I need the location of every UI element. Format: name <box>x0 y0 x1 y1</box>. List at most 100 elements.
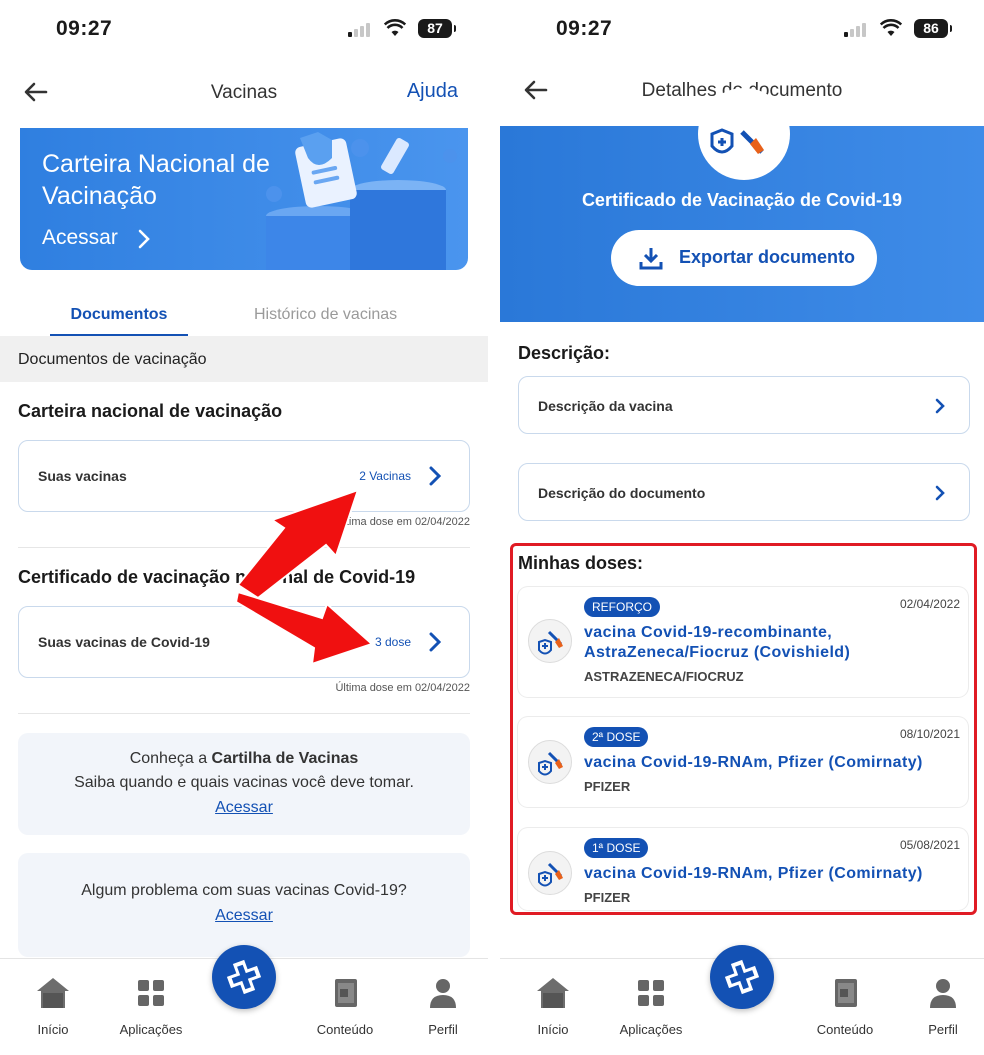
nav-conteudo[interactable]: Conteúdo <box>300 975 390 1037</box>
plus-cross-icon <box>226 959 262 995</box>
descricao-vacina-card[interactable]: Descrição da vacina <box>518 376 970 434</box>
help-link[interactable]: Ajuda <box>407 80 458 103</box>
dose-card-reforco[interactable]: REFORÇO 02/04/2022 vacina Covid-19-recom… <box>518 587 968 697</box>
banner-title: Carteira Nacional de Vacinação <box>42 150 270 210</box>
dose-date: 05/08/2021 <box>899 838 960 852</box>
descricao-vacina-label: Descrição da vacina <box>538 398 673 414</box>
problema-access-link[interactable]: Acessar <box>215 907 273 925</box>
user-icon <box>930 979 956 1008</box>
chevron-right-icon <box>429 466 441 486</box>
nav-inicio[interactable]: Início <box>508 975 598 1037</box>
bottom-nav: Início Aplicações Conteúdo Perfil <box>0 945 488 1055</box>
suas-vacinas-covid-label: Suas vacinas de Covid-19 <box>38 634 210 650</box>
battery-icon: 86 <box>914 19 952 38</box>
vaccine-maker: ASTRAZENECA/FIOCRUZ <box>584 669 744 684</box>
dose-date: 08/10/2021 <box>899 727 960 741</box>
chevron-right-icon <box>429 632 441 652</box>
gov-cross-button[interactable] <box>212 945 276 1009</box>
certificate-title: Certificado de Vacinação de Covid-19 <box>581 190 903 210</box>
section-header-label: Documentos de vacinação <box>18 351 207 368</box>
dose-card-1a-dose[interactable]: 1ª DOSE 05/08/2021 vacina Covid-19-RNAm,… <box>518 828 968 910</box>
suas-vacinas-card[interactable]: Suas vacinas 2 Vacinas <box>18 440 470 512</box>
export-document-label: Exportar documento <box>679 247 856 267</box>
dose-badge: 1ª DOSE <box>584 838 649 858</box>
descricao-heading: Descrição: <box>518 343 611 363</box>
vaccine-syringe-icon <box>528 740 572 784</box>
status-bar: 09:27 86 <box>500 0 984 60</box>
vaccine-shield-icon <box>698 88 790 180</box>
last-dose-note: Última dose em 02/04/2022 <box>335 516 470 528</box>
dose-badge: 2ª DOSE <box>584 727 649 747</box>
nav-perfil[interactable]: Perfil <box>898 975 984 1037</box>
chevron-right-icon <box>935 485 945 501</box>
suas-vacinas-label: Suas vacinas <box>38 468 127 484</box>
battery-icon: 87 <box>418 19 456 38</box>
apps-grid-icon <box>638 980 664 1006</box>
dose-card-2a-dose[interactable]: 2ª DOSE 08/10/2021 vacina Covid-19-RNAm,… <box>518 717 968 807</box>
apps-grid-icon <box>138 980 164 1006</box>
problema-card: Algum problema com suas vacinas Covid-19… <box>18 853 470 957</box>
problema-line: Algum problema com suas vacinas Covid-19… <box>81 882 407 899</box>
vaccine-name: vacina Covid-19-RNAm, Pfizer (Comirnaty) <box>584 754 923 771</box>
nav-aplicacoes[interactable]: Aplicações <box>606 975 696 1037</box>
plus-cross-icon <box>724 959 760 995</box>
cartilha-card: Conheça a Cartilha de Vacinas Saiba quan… <box>18 733 470 835</box>
home-icon <box>37 978 69 1008</box>
nav-conteudo[interactable]: Conteúdo <box>800 975 890 1037</box>
tab-bar: Documentos Histórico de vacinas <box>0 300 488 337</box>
nav-perfil[interactable]: Perfil <box>398 975 488 1037</box>
minhas-doses-heading: Minhas doses: <box>518 553 644 573</box>
vaccine-illustration-icon <box>266 132 457 270</box>
status-time: 09:27 <box>556 17 613 40</box>
dose-date: 02/04/2022 <box>899 597 960 611</box>
vaccine-maker: PFIZER <box>584 779 631 794</box>
cellular-signal-icon <box>348 21 372 37</box>
vaccine-count: 2 Vacinas <box>359 469 411 483</box>
cartilha-line2: Saiba quando e quais vacinas você deve t… <box>74 774 414 791</box>
vaccine-maker: PFIZER <box>584 890 631 905</box>
vaccine-name: vacina Covid-19-RNAm, Pfizer (Comirnaty) <box>584 865 923 882</box>
chevron-right-icon <box>138 229 150 249</box>
nav-aplicacoes[interactable]: Aplicações <box>106 975 196 1037</box>
bottom-nav: Início Aplicações Conteúdo Perfil <box>500 945 984 1055</box>
gov-cross-button[interactable] <box>710 945 774 1009</box>
tab-historico-vacinas[interactable]: Histórico de vacinas <box>254 306 397 324</box>
screen-divider <box>488 0 500 1055</box>
divider <box>18 547 470 548</box>
chevron-right-icon <box>935 398 945 414</box>
descricao-documento-card[interactable]: Descrição do documento <box>518 463 970 521</box>
vaccine-syringe-icon <box>528 619 572 663</box>
carteira-banner[interactable]: Carteira Nacional de Vacinação Acessar <box>20 128 468 270</box>
download-icon <box>639 248 663 270</box>
carteira-heading: Carteira nacional de vacinação <box>18 401 283 421</box>
last-dose-note: Última dose em 02/04/2022 <box>335 682 470 694</box>
dose-count: 3 dose <box>374 635 411 649</box>
divider <box>18 713 470 714</box>
dose-badge: REFORÇO <box>584 597 660 617</box>
descricao-documento-label: Descrição do documento <box>538 485 706 501</box>
home-icon <box>537 978 569 1008</box>
status-time: 09:27 <box>56 17 113 40</box>
vaccine-syringe-icon <box>528 851 572 895</box>
vacinas-screen: 09:27 87 Vacinas Ajuda Carteira Nacional… <box>0 0 488 1055</box>
certificate-banner: Certificado de Vacinação de Covid-19 Exp… <box>500 88 984 322</box>
tab-documentos[interactable]: Documentos <box>50 306 188 337</box>
status-bar: 09:27 87 <box>0 0 488 60</box>
book-icon <box>835 979 857 1007</box>
vaccine-name: vacina Covid-19-recombinante, AstraZenec… <box>584 624 851 661</box>
cartilha-bold: Cartilha de Vacinas <box>211 750 359 767</box>
user-icon <box>430 979 456 1008</box>
export-document-button[interactable]: Exportar documento <box>611 230 877 286</box>
wifi-icon <box>880 19 902 36</box>
wifi-icon <box>384 19 406 36</box>
suas-vacinas-covid-card[interactable]: Suas vacinas de Covid-19 3 dose <box>18 606 470 678</box>
banner-access-link[interactable]: Acessar <box>42 226 118 250</box>
cartilha-line1: Conheça a Cartilha de Vacinas <box>129 750 359 767</box>
certificado-heading: Certificado de vacinação nacional de Cov… <box>18 567 416 587</box>
cellular-signal-icon <box>844 21 868 37</box>
cartilha-access-link[interactable]: Acessar <box>215 799 273 817</box>
book-icon <box>335 979 357 1007</box>
section-header: Documentos de vacinação <box>0 336 488 382</box>
nav-inicio[interactable]: Início <box>8 975 98 1037</box>
app-header: Vacinas Ajuda <box>0 68 488 118</box>
